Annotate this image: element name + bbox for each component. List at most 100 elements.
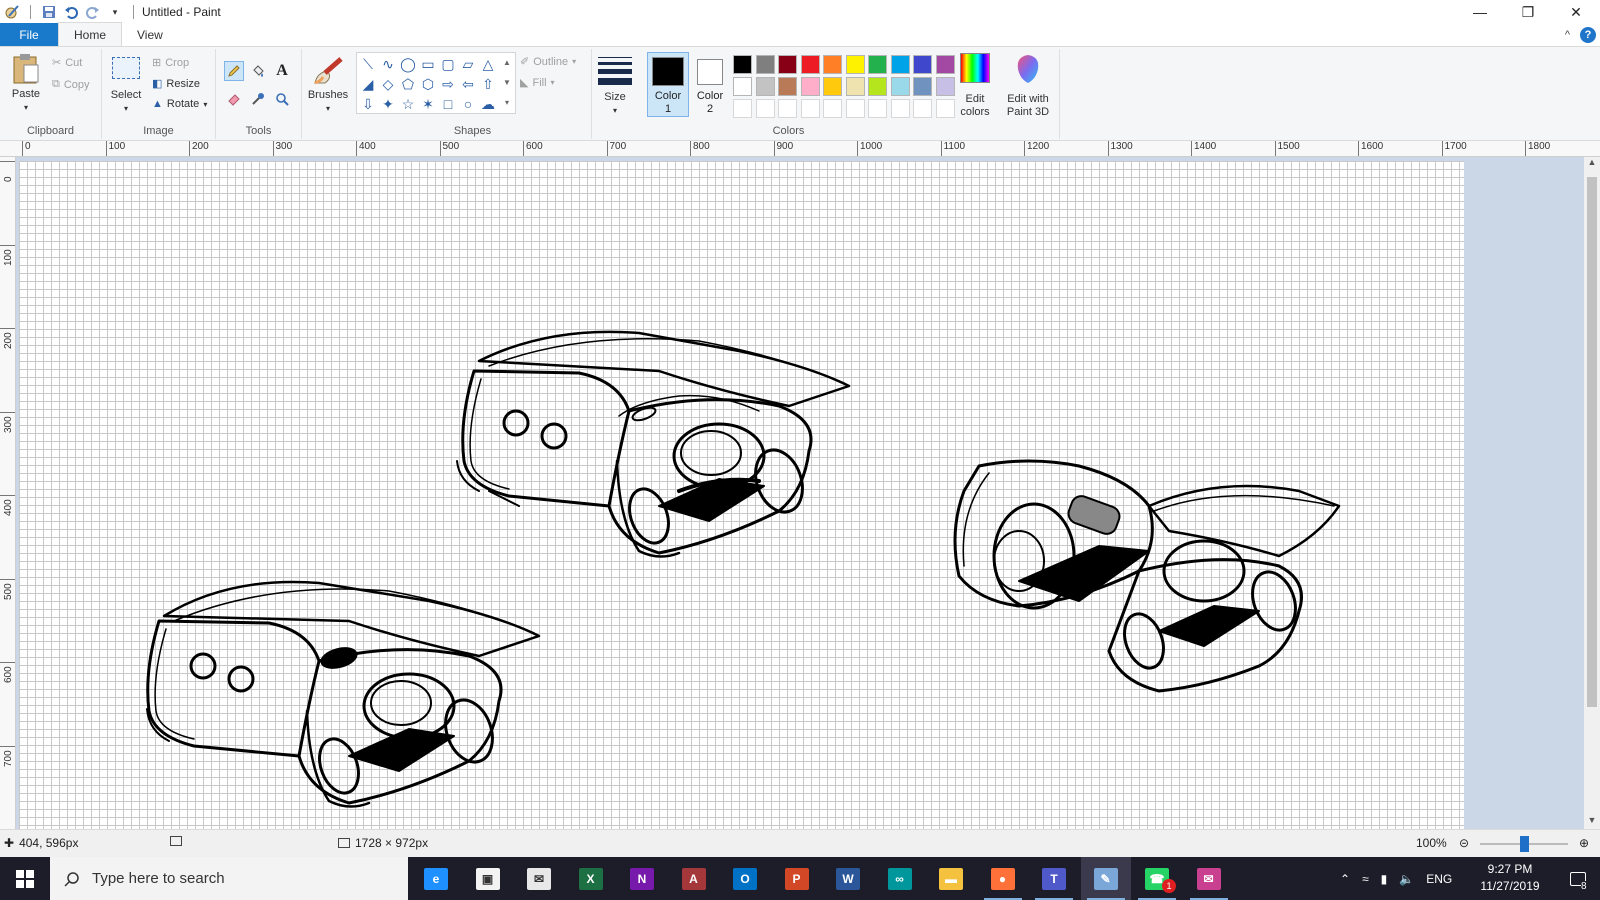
taskbar-store-button[interactable]: ▣ — [463, 857, 513, 900]
tab-home[interactable]: Home — [58, 22, 123, 46]
color-picker-icon[interactable] — [248, 89, 268, 109]
action-center-button[interactable]: 8 — [1556, 857, 1600, 900]
palette-swatch[interactable] — [755, 77, 775, 96]
oval-shape-icon[interactable]: ◯ — [399, 55, 417, 73]
down-arrow-shape-icon[interactable]: ⇩ — [359, 95, 377, 113]
select-button[interactable]: Select ▾ — [110, 57, 142, 115]
palette-swatch[interactable] — [913, 55, 932, 74]
scrollbar-thumb[interactable] — [1587, 177, 1597, 707]
palette-swatch[interactable] — [890, 99, 910, 118]
left-arrow-shape-icon[interactable]: ⇦ — [459, 75, 477, 93]
hexagon-shape-icon[interactable]: ⬡ — [419, 75, 437, 93]
palette-swatch[interactable] — [890, 77, 910, 96]
palette-swatch[interactable] — [800, 77, 820, 96]
palette-swatch[interactable] — [778, 55, 797, 74]
palette-swatch[interactable] — [935, 55, 955, 74]
palette-swatch[interactable] — [845, 99, 865, 118]
zoom-slider-thumb[interactable] — [1520, 836, 1529, 852]
customize-toolbar-icon[interactable]: ▾ — [107, 4, 123, 20]
close-button[interactable]: ✕ — [1552, 0, 1600, 24]
save-icon[interactable] — [41, 4, 57, 20]
maximize-button[interactable]: ❐ — [1504, 0, 1552, 24]
text-tool-icon[interactable]: A — [272, 61, 292, 81]
taskbar-paint-button[interactable]: ✎ — [1080, 857, 1131, 900]
taskbar-access-button[interactable]: A — [669, 857, 719, 900]
six-point-star-shape-icon[interactable]: ✶ — [419, 95, 437, 113]
taskbar-arduino-button[interactable]: ∞ — [875, 857, 925, 900]
drawing-canvas[interactable] — [19, 161, 1464, 829]
palette-swatch[interactable] — [845, 55, 865, 74]
paste-button[interactable]: Paste ▾ — [8, 53, 44, 114]
taskbar-whatsapp-button[interactable]: ☎ 1 — [1132, 857, 1182, 900]
right-triangle-shape-icon[interactable]: ◢ — [359, 75, 377, 93]
five-point-star-shape-icon[interactable]: ☆ — [399, 95, 417, 113]
undo-icon[interactable] — [63, 4, 79, 20]
tab-file[interactable]: File — [0, 23, 58, 46]
palette-swatch[interactable] — [935, 99, 955, 118]
taskbar-word-button[interactable]: W — [823, 857, 873, 900]
scroll-up-arrow[interactable]: ▲ — [1584, 157, 1600, 171]
taskbar-onenote-button[interactable]: N — [617, 857, 667, 900]
palette-swatch[interactable] — [845, 77, 865, 96]
crop-button[interactable]: ⊞ Crop — [152, 56, 189, 70]
triangle-shape-icon[interactable]: △ — [479, 55, 497, 73]
fill-bucket-icon[interactable] — [248, 61, 268, 81]
palette-swatch[interactable] — [800, 55, 820, 74]
up-arrow-shape-icon[interactable]: ⇧ — [479, 75, 497, 93]
line-shape-icon[interactable]: ⟍ — [359, 55, 377, 73]
paint-app-icon[interactable] — [4, 4, 20, 20]
outline-button[interactable]: ✐ Outline ▾ — [520, 55, 576, 69]
redo-icon[interactable] — [85, 4, 101, 20]
taskbar-powerpoint-button[interactable]: P — [772, 857, 822, 900]
rotate-button[interactable]: ▲ Rotate ▾ — [152, 98, 207, 110]
zoom-in-icon[interactable]: ⊕ — [1579, 836, 1589, 850]
resize-button[interactable]: ◧ Resize — [152, 77, 200, 91]
edit-with-paint3d-button[interactable]: Edit with Paint 3D — [1000, 53, 1056, 119]
edit-colors-button[interactable]: Edit colors — [954, 53, 996, 119]
diamond-shape-icon[interactable]: ◇ — [379, 75, 397, 93]
palette-swatch[interactable] — [913, 77, 932, 96]
palette-swatch[interactable] — [733, 77, 752, 96]
palette-swatch[interactable] — [868, 55, 887, 74]
tab-view[interactable]: View — [122, 23, 178, 46]
palette-swatch[interactable] — [823, 55, 842, 74]
clock[interactable]: 9:27 PM 11/27/2019 — [1475, 861, 1545, 895]
taskbar-outlook-button[interactable]: O — [720, 857, 770, 900]
show-hidden-icons-icon[interactable]: ⌃ — [1340, 872, 1350, 886]
scroll-down-arrow[interactable]: ▼ — [1584, 815, 1600, 829]
callout-oval-shape-icon[interactable]: ○ — [459, 95, 477, 113]
pentagon-shape-icon[interactable]: ⬠ — [399, 75, 417, 93]
gallery-scroll[interactable]: ▲ ▼ ▾ — [499, 53, 515, 113]
fill-button[interactable]: ◣ Fill ▾ — [520, 76, 555, 90]
taskbar-edge-button[interactable]: e — [411, 857, 461, 900]
vertical-scrollbar[interactable]: ▲ ▼ — [1584, 157, 1600, 829]
palette-swatch[interactable] — [913, 99, 932, 118]
right-arrow-shape-icon[interactable]: ⇨ — [439, 75, 457, 93]
palette-swatch[interactable] — [778, 77, 797, 96]
eraser-icon[interactable] — [224, 89, 244, 109]
taskbar-messenger-button[interactable]: ✉ — [1184, 857, 1234, 900]
callout-rectangle-shape-icon[interactable]: □ — [439, 95, 457, 113]
rounded-rectangle-shape-icon[interactable]: ▢ — [439, 55, 457, 73]
taskbar-firefox-button[interactable]: ● — [978, 857, 1028, 900]
polygon-shape-icon[interactable]: ▱ — [459, 55, 477, 73]
magnifier-icon[interactable] — [272, 89, 292, 109]
color2-selector[interactable]: Color 2 — [690, 52, 730, 117]
wifi-icon[interactable]: ≈ — [1362, 872, 1369, 886]
palette-swatch[interactable] — [778, 99, 797, 118]
battery-icon[interactable]: ▮ — [1381, 872, 1388, 886]
copy-button[interactable]: ⧉ Copy — [52, 78, 90, 91]
palette-swatch[interactable] — [868, 77, 887, 96]
taskbar-file-explorer-button[interactable]: ▬ — [926, 857, 976, 900]
pencil-icon[interactable] — [224, 61, 244, 81]
curve-shape-icon[interactable]: ∿ — [379, 55, 397, 73]
palette-swatch[interactable] — [733, 55, 752, 74]
volume-icon[interactable]: 🔈 — [1399, 872, 1414, 886]
palette-swatch[interactable] — [890, 55, 910, 74]
palette-swatch[interactable] — [935, 77, 955, 96]
size-button[interactable]: Size ▾ — [597, 57, 633, 117]
palette-swatch[interactable] — [755, 99, 775, 118]
taskbar-mail-button[interactable]: ✉ — [514, 857, 564, 900]
palette-swatch[interactable] — [755, 55, 775, 74]
callout-cloud-shape-icon[interactable]: ☁ — [479, 95, 497, 113]
